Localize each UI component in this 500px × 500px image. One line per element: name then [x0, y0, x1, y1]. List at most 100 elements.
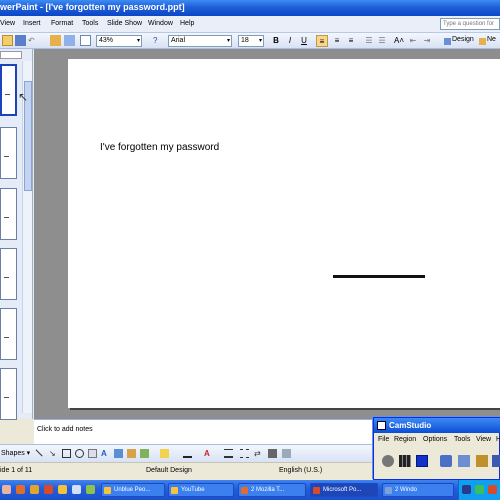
arrow-tool-icon[interactable]: ↘	[49, 449, 58, 458]
taskbar-item[interactable]: Microsoft Po...	[310, 483, 378, 497]
options-icon[interactable]	[492, 455, 500, 467]
align-left-icon[interactable]: ≡	[316, 35, 328, 47]
text-box-tool-icon[interactable]	[88, 449, 97, 458]
menu-tools[interactable]: Tools	[82, 20, 98, 27]
slide-text-box[interactable]: I've forgotten my password	[100, 142, 219, 153]
camstudio-title: CamStudio	[389, 421, 432, 430]
slide-thumbnail[interactable]	[0, 64, 17, 116]
camstudio-title-bar[interactable]: CamStudio	[374, 418, 500, 433]
window-title: werPaint - [I've forgotten my password.p…	[0, 2, 185, 12]
diagram-tool-icon[interactable]	[114, 449, 123, 458]
menu-format[interactable]: Format	[51, 20, 73, 27]
tray-icon[interactable]	[462, 485, 471, 494]
menu-insert[interactable]: Insert	[23, 20, 41, 27]
quick-launch-icon[interactable]	[58, 485, 67, 494]
quick-launch-icon[interactable]	[30, 485, 39, 494]
design-button[interactable]: Design	[452, 36, 474, 43]
stop-icon[interactable]	[416, 455, 428, 467]
undo-icon[interactable]: ↶	[28, 35, 39, 46]
align-center-icon[interactable]: ≡	[331, 35, 343, 47]
taskbar-item[interactable]: YouTube	[168, 483, 234, 497]
slide-thumbnail[interactable]	[0, 188, 17, 240]
quick-launch-icon[interactable]	[72, 485, 81, 494]
chevron-down-icon: ▾	[136, 38, 140, 44]
clipart-tool-icon[interactable]	[127, 449, 136, 458]
print-preview-icon[interactable]	[15, 35, 26, 46]
insert-chart-icon[interactable]	[50, 35, 61, 46]
record-icon[interactable]	[382, 455, 394, 467]
fill-color-icon[interactable]	[160, 449, 169, 458]
line-tool-icon[interactable]	[35, 446, 46, 457]
decrease-indent-icon[interactable]: ⇤	[407, 35, 419, 47]
help-question-input[interactable]: Type a question for	[440, 18, 500, 30]
line-style-icon[interactable]	[224, 449, 233, 458]
pause-icon[interactable]	[399, 455, 411, 467]
insert-table-icon[interactable]	[64, 35, 75, 46]
app-icon	[104, 487, 111, 494]
camstudio-menu-help[interactable]: H	[496, 436, 500, 443]
dash-style-icon[interactable]	[240, 449, 249, 458]
line-color-icon[interactable]	[183, 449, 192, 458]
underline-button[interactable]: U	[298, 35, 310, 47]
annotation-icon[interactable]	[440, 455, 452, 467]
slides-scrollbar[interactable]	[22, 61, 32, 413]
open-folder-icon[interactable]	[2, 35, 13, 46]
help-icon[interactable]: ?	[153, 35, 164, 46]
slides-tab[interactable]	[0, 51, 22, 59]
italic-button[interactable]: I	[284, 35, 296, 47]
numbering-icon[interactable]: ☰	[363, 35, 375, 47]
bullets-icon[interactable]: ☰	[376, 35, 388, 47]
slide-line-shape[interactable]	[333, 275, 425, 278]
font-size-value: 18	[241, 37, 249, 44]
autoshapes-menu[interactable]: Shapes ▾	[1, 449, 30, 457]
autopan-icon[interactable]	[458, 455, 470, 467]
quick-launch-icon[interactable]	[2, 485, 11, 494]
menu-help[interactable]: Help	[180, 20, 194, 27]
menu-view[interactable]: View	[0, 20, 15, 27]
tray-icon[interactable]	[475, 485, 484, 494]
audio-icon[interactable]	[476, 455, 488, 467]
font-select[interactable]: Arial ▾	[168, 35, 232, 47]
increase-indent-icon[interactable]: ⇥	[421, 35, 433, 47]
powerpoint-icon	[313, 487, 320, 494]
slide[interactable]: I've forgotten my password	[68, 59, 500, 408]
font-size-select[interactable]: 18 ▾	[238, 35, 264, 47]
camstudio-menu-tools[interactable]: Tools	[454, 436, 470, 443]
camstudio-menu-file[interactable]: File	[378, 436, 389, 443]
notes-placeholder: Click to add notes	[37, 426, 93, 433]
rectangle-tool-icon[interactable]	[62, 449, 71, 458]
camstudio-menu-region[interactable]: Region	[394, 436, 416, 443]
camstudio-menu-options[interactable]: Options	[423, 436, 447, 443]
window-icon	[385, 487, 392, 494]
arrow-style-icon[interactable]: ⇄	[254, 449, 263, 458]
3d-style-icon[interactable]	[282, 449, 291, 458]
slide-thumbnail[interactable]	[0, 308, 17, 360]
bold-button[interactable]: B	[270, 35, 282, 47]
slide-thumbnail[interactable]	[0, 248, 17, 300]
font-name: Arial	[171, 37, 186, 44]
font-color-icon[interactable]: A	[204, 449, 213, 458]
menu-window[interactable]: Window	[148, 20, 173, 27]
wordart-tool-icon[interactable]: A	[101, 449, 110, 458]
firefox-icon[interactable]	[16, 485, 25, 494]
taskbar-item[interactable]: 2 Mozilla T...	[238, 483, 306, 497]
taskbar-item[interactable]: 2 Windo	[382, 483, 454, 497]
align-right-icon[interactable]: ≡	[345, 35, 357, 47]
notes-pane[interactable]: Click to add notes	[34, 419, 378, 444]
picture-tool-icon[interactable]	[140, 449, 149, 458]
grid-icon[interactable]	[80, 35, 91, 46]
new-slide-button[interactable]: Ne	[487, 36, 496, 43]
quick-launch-icon[interactable]	[44, 485, 53, 494]
taskbar-item[interactable]: Unblue Peo...	[101, 483, 165, 497]
camstudio-window[interactable]: CamStudio File Region Options Tools View…	[373, 417, 500, 480]
slide-thumbnail[interactable]	[0, 368, 17, 420]
oval-tool-icon[interactable]	[75, 449, 84, 458]
slide-thumbnail[interactable]	[0, 127, 17, 179]
shadow-style-icon[interactable]	[268, 449, 277, 458]
zoom-select[interactable]: 43% ▾	[96, 35, 142, 47]
menu-slide-show[interactable]: Slide Show	[107, 20, 142, 27]
grow-font-button[interactable]: A˄	[393, 35, 405, 47]
quick-launch-icon[interactable]	[86, 485, 95, 494]
camstudio-menu-view[interactable]: View	[476, 436, 491, 443]
tray-icon[interactable]	[488, 485, 497, 494]
